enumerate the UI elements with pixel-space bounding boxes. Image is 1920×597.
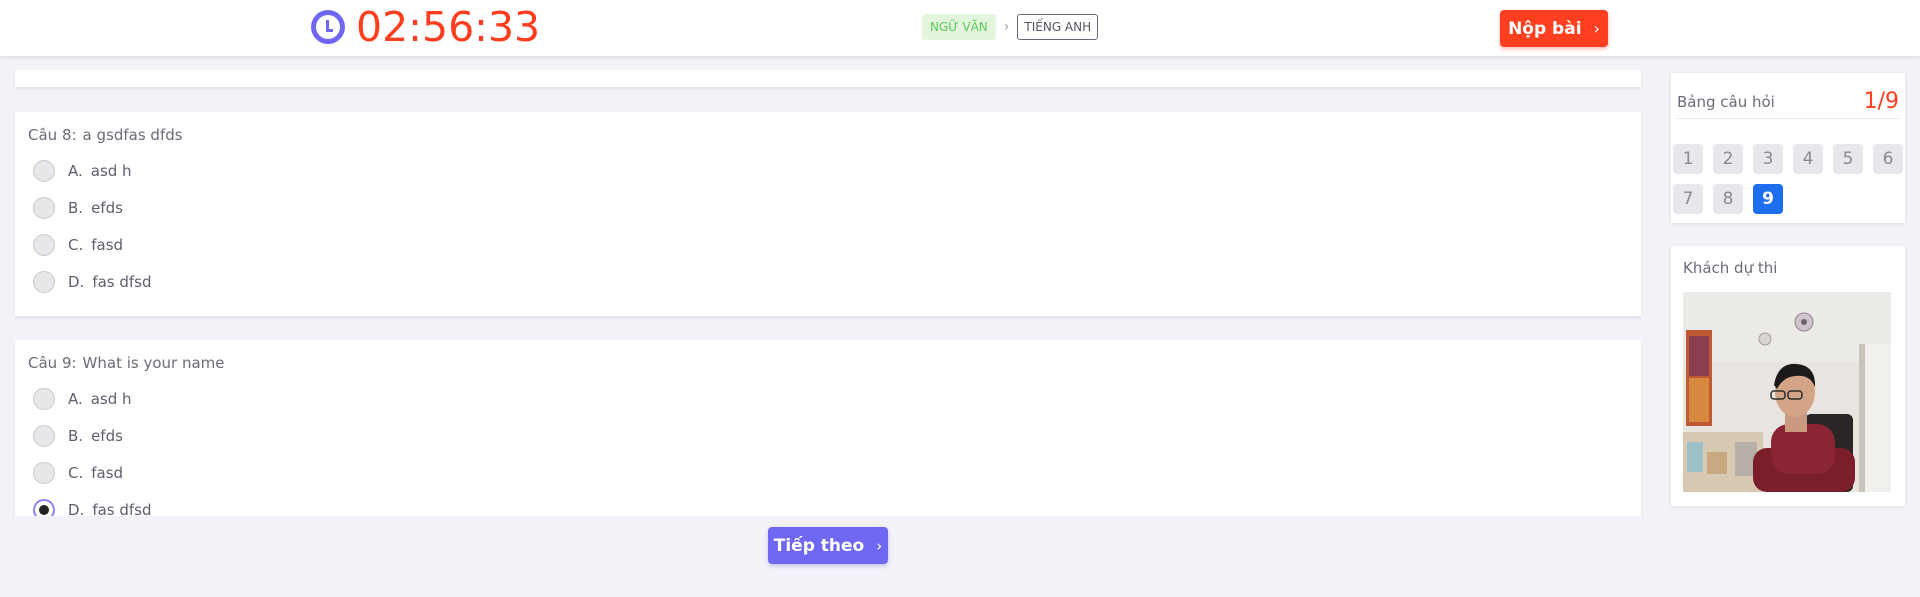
option-letter: C. [68,235,84,254]
option-text: fasd [91,463,124,482]
subject-breadcrumb: NGỮ VĂN › TIẾNG ANH [922,14,1099,40]
question-number-button[interactable]: 7 [1673,184,1703,214]
question-number-button[interactable]: 6 [1873,144,1903,174]
option-a[interactable]: A. asd h [28,152,1628,189]
timer-text: 02:56:33 [356,2,541,51]
question-number-button[interactable]: 8 [1713,184,1743,214]
option-letter: B. [68,198,84,217]
option-letter: D. [68,272,85,291]
question-board-header: Bảng câu hỏi 1/9 [1677,85,1899,119]
option-letter: C. [68,463,84,482]
option-text: efds [91,426,123,445]
countdown-timer: 02:56:33 [311,2,540,52]
radio-button-selected[interactable] [33,498,55,516]
option-text: efds [91,198,123,217]
radio-button[interactable] [33,196,55,219]
question-number-button[interactable]: 3 [1753,144,1783,174]
option-text: fas dfsd [92,500,152,517]
question-board-label: Bảng câu hỏi [1677,92,1775,111]
radio-button[interactable] [33,159,55,182]
webcam-feed [1683,292,1891,492]
submit-button[interactable]: Nộp bài › [1500,10,1608,47]
question-number: Câu 9: [28,354,77,372]
question-text: a gsdfas dfds [82,126,183,144]
question-number-button-active[interactable]: 9 [1753,184,1783,214]
question-count: 1/9 [1863,89,1899,114]
option-letter: A. [68,161,83,180]
option-text: asd h [90,389,132,408]
candidate-label: Khách dự thi [1683,259,1778,277]
chevron-right-icon: › [876,536,883,555]
question-text: What is your name [82,354,225,372]
question-list[interactable]: Câu 8: a gsdfas dfds A. asd h B. efds C.… [0,56,1656,516]
question-number: Câu 8: [28,126,77,144]
option-a[interactable]: A. asd h [28,380,1628,417]
option-b[interactable]: B. efds [28,417,1628,454]
question-title: Câu 9: What is your name [28,352,1628,374]
option-text: asd h [90,161,132,180]
question-title: Câu 8: a gsdfas dfds [28,124,1628,146]
option-text: fas dfsd [92,272,152,291]
radio-button[interactable] [33,270,55,293]
question-number-button[interactable]: 1 [1673,144,1703,174]
option-b[interactable]: B. efds [28,189,1628,226]
question-card-9: Câu 9: What is your name A. asd h B. efd… [15,340,1641,516]
subject-current[interactable]: NGỮ VĂN [922,14,996,40]
subject-next[interactable]: TIẾNG ANH [1017,14,1099,40]
radio-button[interactable] [33,461,55,484]
next-button[interactable]: Tiếp theo › [768,527,888,564]
previous-question-card [15,70,1641,87]
top-bar: 02:56:33 NGỮ VĂN › TIẾNG ANH Nộp bài › [0,0,1920,56]
submit-label: Nộp bài [1508,18,1582,39]
radio-button[interactable] [33,424,55,447]
option-letter: B. [68,426,84,445]
clock-icon [311,10,345,44]
chevron-right-icon: › [1593,19,1600,38]
question-number-button[interactable]: 2 [1713,144,1743,174]
radio-button[interactable] [33,233,55,256]
option-c[interactable]: C. fasd [28,454,1628,491]
chevron-right-icon: › [1003,19,1010,35]
option-d[interactable]: D. fas dfsd [28,263,1628,300]
option-letter: A. [68,389,83,408]
option-c[interactable]: C. fasd [28,226,1628,263]
option-letter: D. [68,500,85,517]
radio-button[interactable] [33,387,55,410]
question-board: Bảng câu hỏi 1/9 1 2 3 4 5 6 7 8 9 [1671,73,1905,223]
question-number-button[interactable]: 4 [1793,144,1823,174]
question-card-8: Câu 8: a gsdfas dfds A. asd h B. efds C.… [15,112,1641,316]
candidate-panel: Khách dự thi [1671,246,1905,506]
question-number-button[interactable]: 5 [1833,144,1863,174]
option-d[interactable]: D. fas dfsd [28,491,1628,516]
option-text: fasd [91,235,124,254]
webcam-image [1683,292,1891,492]
next-label: Tiếp theo [773,535,865,556]
